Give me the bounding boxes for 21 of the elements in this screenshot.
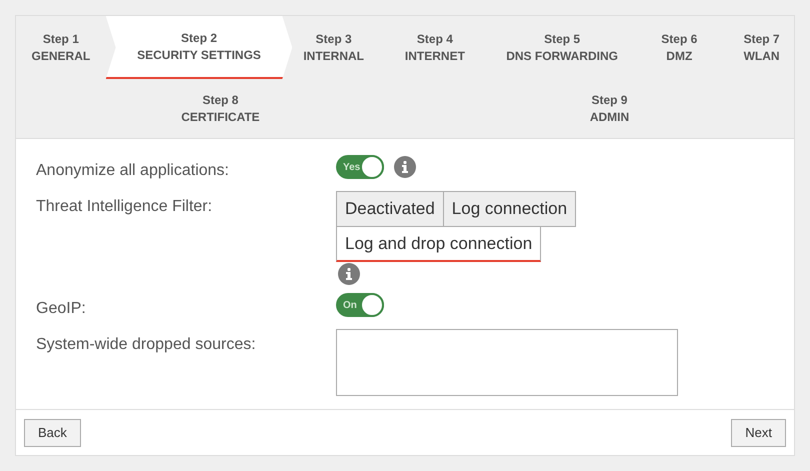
wizard-step-tab[interactable]: Step 7 WLAN [729, 16, 794, 79]
option-button[interactable]: Log and drop connection [336, 226, 542, 262]
field-label: Threat Intelligence Filter: [36, 197, 214, 217]
wizard-step-tab[interactable]: Step 9 ADMIN [424, 79, 794, 138]
wizard-step-tab[interactable]: Step 6 DMZ [629, 16, 730, 79]
option-button[interactable]: Deactivated [336, 191, 444, 227]
next-button[interactable]: Next [731, 418, 786, 446]
option-button[interactable]: Log connection [442, 191, 576, 227]
text-area[interactable] [336, 329, 678, 396]
info-icon[interactable] [338, 263, 360, 285]
wizard-step-tab[interactable]: Step 3 INTERNAL [292, 16, 376, 79]
wizard-step-tab[interactable]: Step 1 GENERAL [16, 16, 106, 79]
field-label: System-wide dropped sources: [36, 335, 257, 355]
field-label: GeoIP: [36, 299, 87, 319]
wizard-step-tab[interactable]: Step 2 SECURITY SETTINGS [106, 16, 292, 79]
field-label: Anonymize all applications: [36, 161, 230, 181]
info-icon[interactable] [394, 156, 416, 178]
back-button[interactable]: Back [24, 418, 81, 446]
wizard-step-tab[interactable]: Step 4 INTERNET [375, 16, 495, 79]
wizard-step-tab[interactable]: Step 5 DNS FORWARDING [494, 16, 630, 79]
wizard-step-tab[interactable]: Step 8 CERTIFICATE [16, 79, 425, 138]
